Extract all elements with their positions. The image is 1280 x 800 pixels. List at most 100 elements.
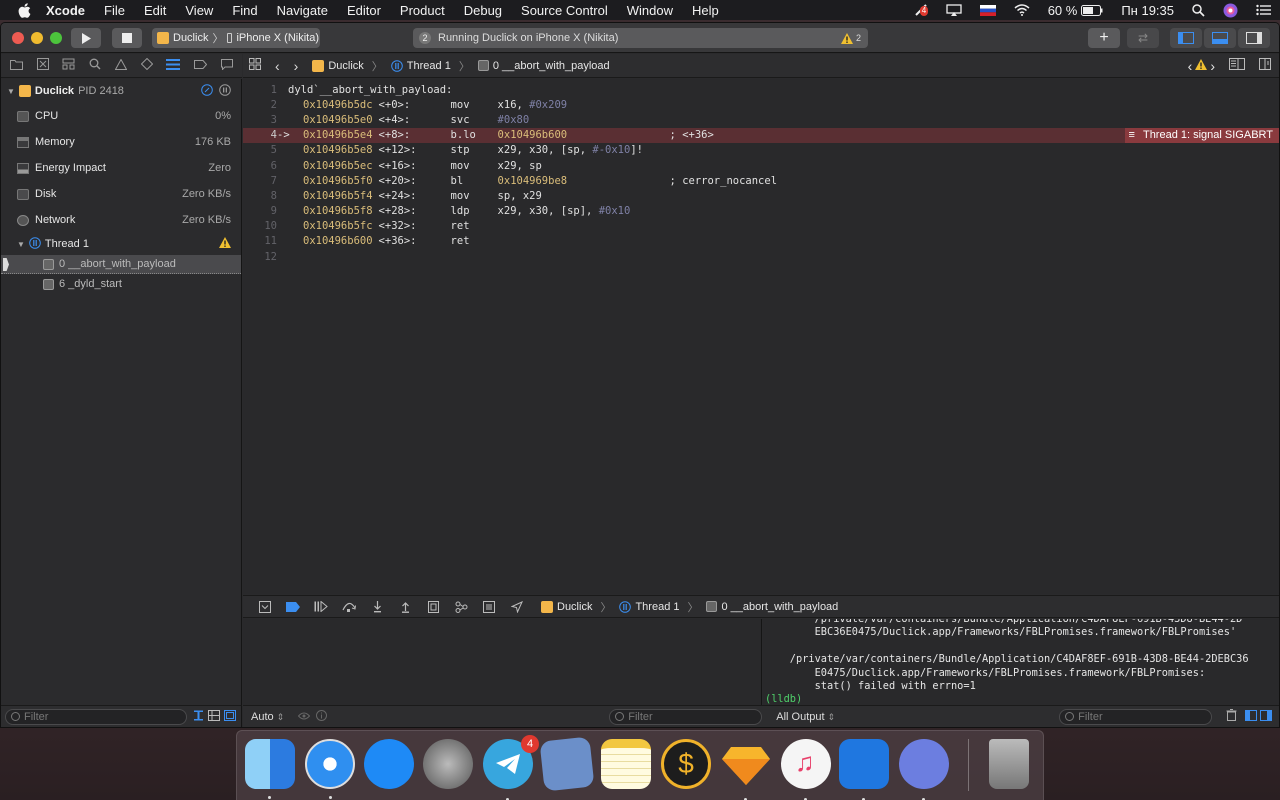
view-hierarchy-icon[interactable] <box>419 600 447 613</box>
code-line[interactable]: 9 0x10496b5f8 <+28>: ldp x29, x30, [sp], #0x… <box>243 204 1279 219</box>
split-editor-icon[interactable] <box>1259 58 1271 73</box>
code-review-button[interactable]: ⇄ <box>1127 28 1159 48</box>
safari-icon[interactable] <box>305 739 355 799</box>
show-variables-icon[interactable] <box>1245 709 1258 724</box>
code-line[interactable]: 10 0x10496b5fc <+32>: ret <box>243 219 1279 234</box>
messages-icon[interactable] <box>364 739 414 789</box>
code-line[interactable]: 5 0x10496b5e8 <+12>: stp x29, x30, [sp, #-0x… <box>243 143 1279 158</box>
zoom-window-button[interactable] <box>50 32 62 44</box>
gauge-settings-icon[interactable] <box>201 83 213 99</box>
music-icon[interactable]: ♫ <box>781 739 831 800</box>
lldb-prompt[interactable]: (lldb) <box>765 693 1279 705</box>
toggle-debug-area-button[interactable] <box>1204 28 1236 48</box>
battery-percent[interactable]: 60 % <box>1048 3 1078 18</box>
sketch-icon[interactable] <box>721 739 771 800</box>
code-line[interactable]: 6 0x10496b5ec <+16>: mov x29, sp <box>243 158 1279 173</box>
issue-forward-button[interactable]: › <box>1210 58 1215 74</box>
trash-icon[interactable] <box>1226 709 1237 724</box>
gauge-memory[interactable]: Memory 176 KB <box>1 129 241 155</box>
menu-editor[interactable]: Editor <box>347 3 381 18</box>
input-flag-icon[interactable] <box>979 4 996 16</box>
preview-icon[interactable] <box>539 736 595 792</box>
menu-view[interactable]: View <box>185 3 213 18</box>
telegram-icon[interactable]: 4 <box>483 735 539 800</box>
battery-icon[interactable] <box>1081 4 1103 16</box>
memory-graph-icon[interactable] <box>447 601 475 613</box>
discord-icon[interactable] <box>899 739 949 800</box>
money-app-icon[interactable]: $ <box>661 739 711 789</box>
pause-icon[interactable] <box>219 83 231 99</box>
code-line[interactable]: 7 0x10496b5f0 <+20>: bl 0x104969be8 ; cerror_… <box>243 173 1279 188</box>
code-line[interactable]: 11 0x10496b600 <+36>: ret <box>243 234 1279 249</box>
continue-icon[interactable] <box>307 601 335 612</box>
breakpoint-nav-icon[interactable] <box>194 59 208 72</box>
warning-icon[interactable] <box>1195 58 1208 73</box>
test-icon[interactable] <box>140 57 153 73</box>
process-row[interactable]: ▼ Duclick PID 2418 <box>1 79 241 103</box>
environment-overrides-icon[interactable] <box>475 600 503 613</box>
menu-window[interactable]: Window <box>627 3 673 18</box>
variables-scope-select[interactable]: Auto ⇕ <box>251 711 284 723</box>
stack-frame-selected[interactable]: 0 __abort_with_payload <box>1 255 241 274</box>
editor-options-icon[interactable] <box>1229 58 1245 73</box>
forward-button[interactable]: › <box>294 58 299 74</box>
gauge-cpu[interactable]: CPU 0% <box>1 103 241 129</box>
menu-help[interactable]: Help <box>692 3 719 18</box>
launchpad-icon[interactable] <box>423 739 473 789</box>
spotlight-icon[interactable] <box>1192 3 1205 17</box>
step-over-icon[interactable] <box>335 601 363 612</box>
breakpoints-toggle-icon[interactable] <box>279 601 307 612</box>
gauge-energy[interactable]: Energy Impact Zero <box>1 155 241 181</box>
search-icon[interactable] <box>89 58 101 73</box>
thread-row[interactable]: ▼ Thread 1 <box>1 233 241 255</box>
folder-icon[interactable] <box>9 59 23 73</box>
menu-debug[interactable]: Debug <box>464 3 502 18</box>
siri-icon[interactable] <box>1223 3 1238 18</box>
variables-view[interactable] <box>243 619 762 705</box>
debug-breadcrumb-frame[interactable]: 0 __abort_with_payload <box>721 601 838 613</box>
show-console-icon[interactable] <box>1260 709 1273 724</box>
menu-source-control[interactable]: Source Control <box>521 3 608 18</box>
debug-breadcrumb-project[interactable]: Duclick <box>557 601 592 613</box>
step-into-icon[interactable] <box>363 600 391 613</box>
variables-filter-field[interactable]: Filter <box>609 708 763 725</box>
library-button[interactable]: + <box>1088 28 1120 48</box>
disclosure-down-icon[interactable]: ▼ <box>17 240 25 249</box>
menu-app-name[interactable]: Xcode <box>46 3 85 18</box>
console-output[interactable]: /private/var/containers/Bundle/Applicati… <box>763 619 1279 705</box>
breadcrumb-thread[interactable]: Thread 1 <box>407 60 451 72</box>
warning-icon[interactable] <box>840 32 853 44</box>
toggle-navigator-button[interactable] <box>1170 28 1202 48</box>
signal-annotation[interactable]: ≡ Thread 1: signal SIGABRT <box>1124 127 1279 143</box>
output-select[interactable]: All Output ⇕ <box>776 711 835 723</box>
menu-edit[interactable]: Edit <box>144 3 166 18</box>
activity-viewer[interactable]: 2 Running Duclick on iPhone X (Nikita) 2 <box>413 28 868 48</box>
notification-center-icon[interactable] <box>1256 4 1271 16</box>
filter-frames-icon[interactable] <box>224 709 236 724</box>
breadcrumb-frame[interactable]: 0 __abort_with_payload <box>493 60 610 72</box>
info-icon[interactable] <box>316 709 328 724</box>
menu-product[interactable]: Product <box>400 3 445 18</box>
issue-back-button[interactable]: ‹ <box>1188 58 1193 74</box>
filter-grid-icon[interactable] <box>208 709 220 724</box>
notification-icon[interactable]: 4 <box>914 3 929 17</box>
code-line[interactable]: 3 0x10496b5e0 <+4>: svc #0x80 <box>243 112 1279 127</box>
menu-navigate[interactable]: Navigate <box>277 3 328 18</box>
code-line-current[interactable]: 4 -> 0x10496b5e4 <+8>: b.lo 0x10496b600 ; <+36… <box>243 127 1279 143</box>
hide-debug-area-icon[interactable] <box>251 600 279 613</box>
code-line[interactable]: 1 dyld`__abort_with_payload: <box>243 82 1279 97</box>
related-items-icon[interactable] <box>249 58 261 73</box>
code-line[interactable]: 12 <box>243 249 1279 264</box>
toggle-inspector-button[interactable] <box>1238 28 1270 48</box>
back-button[interactable]: ‹ <box>275 58 280 74</box>
airplay-icon[interactable] <box>946 4 962 16</box>
minimize-window-button[interactable] <box>31 32 43 44</box>
navigator-filter-field[interactable]: Filter <box>5 708 187 725</box>
notes-icon[interactable] <box>601 739 651 789</box>
scheme-selector[interactable]: Duclick 〉 iPhone X (Nikita) <box>152 28 320 48</box>
issue-icon[interactable] <box>114 57 128 73</box>
breadcrumb-project[interactable]: Duclick <box>328 60 363 72</box>
trash-icon[interactable] <box>989 739 1029 789</box>
step-out-icon[interactable] <box>391 601 419 613</box>
gauge-network[interactable]: Network Zero KB/s <box>1 207 241 233</box>
